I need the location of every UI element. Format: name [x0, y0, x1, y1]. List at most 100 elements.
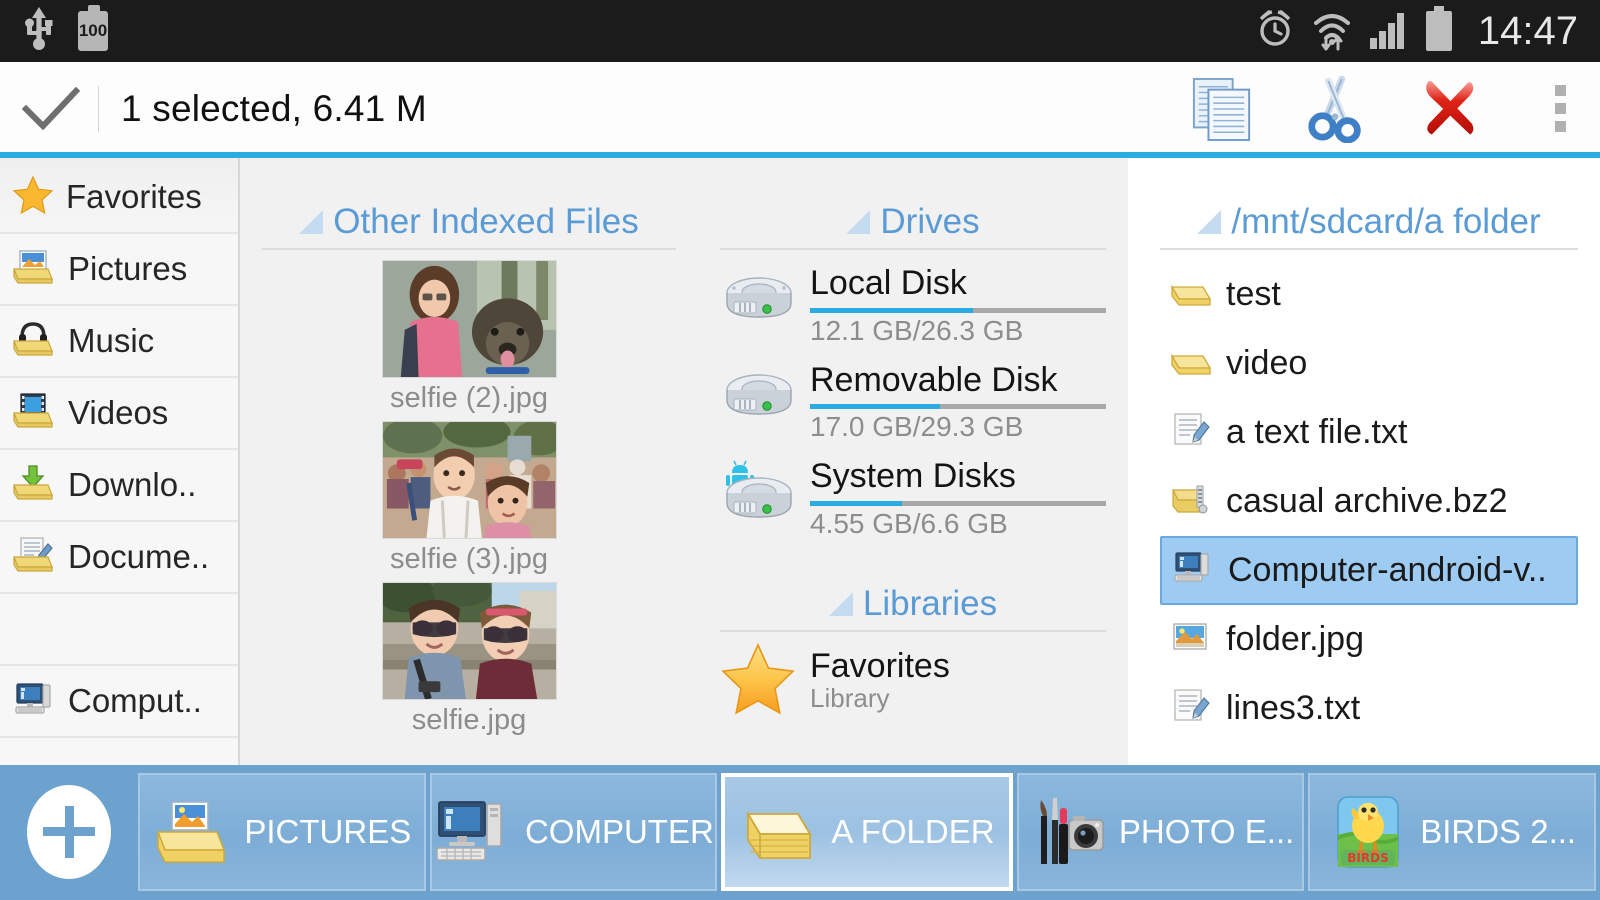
section-divider: [1160, 248, 1578, 250]
wifi-icon: [1312, 7, 1352, 56]
libraries-header[interactable]: Libraries: [720, 540, 1106, 630]
drive-local-disk[interactable]: Local Disk 12.1 GB/26.3 GB: [720, 260, 1106, 347]
file-name: selfie (3).jpg: [390, 543, 548, 576]
sidebar-item-label: Music: [68, 322, 154, 360]
file-name: selfie.jpg: [412, 704, 526, 737]
text-file-icon: [1170, 687, 1212, 730]
sidebar-item-videos[interactable]: Videos: [0, 378, 238, 450]
file-row[interactable]: a text file.txt: [1160, 398, 1578, 467]
drive-removable-disk[interactable]: Removable Disk 17.0 GB/29.3 GB: [720, 357, 1106, 444]
file-row[interactable]: casual archive.bz2: [1160, 467, 1578, 536]
drive-name: Local Disk: [810, 266, 1106, 302]
android-hdd-icon: [720, 459, 798, 534]
list-item[interactable]: selfie.jpg: [262, 582, 676, 737]
indexed-files-column: Other Indexed Files: [240, 158, 698, 765]
svg-text:BIRDS: BIRDS: [1347, 851, 1388, 865]
sidebar-item-computer[interactable]: Comput..: [0, 666, 238, 738]
copy-button[interactable]: [1191, 78, 1253, 140]
drive-info: Removable Disk 17.0 GB/29.3 GB: [810, 357, 1106, 444]
photo-thumbnail: [382, 582, 557, 700]
star-icon: [720, 642, 796, 721]
drive-usage-fill: [810, 308, 973, 313]
tab-a-folder[interactable]: A FOLDER: [721, 773, 1013, 891]
library-item-favorites[interactable]: Favorites Library: [720, 642, 1106, 721]
file-row-selected[interactable]: Computer-android-v..: [1160, 536, 1578, 605]
tab-photo-editor[interactable]: PHOTO E...: [1017, 773, 1305, 891]
drive-info: System Disks 4.55 GB/6.6 GB: [810, 453, 1106, 540]
sidebar-item-label: Downlo..: [68, 466, 196, 504]
sidebar-item-downloads[interactable]: Downlo..: [0, 450, 238, 522]
drive-usage-fill: [810, 404, 940, 409]
drive-usage-bar: [810, 501, 1106, 506]
confirm-selection-button[interactable]: [22, 87, 80, 131]
status-right-icons: 14:47: [1254, 6, 1578, 57]
file-name: Computer-android-v..: [1228, 551, 1547, 590]
tab-label: BIRDS 2...: [1420, 813, 1576, 851]
delete-button[interactable]: [1419, 78, 1481, 140]
plus-icon: [27, 785, 111, 879]
computer-icon: [12, 679, 56, 724]
tab-birds[interactable]: BIRDS BIRDS 2...: [1308, 773, 1596, 891]
drive-size-text: 12.1 GB/26.3 GB: [810, 315, 1106, 347]
overflow-dot: [1555, 103, 1566, 114]
add-tab-button[interactable]: [4, 771, 134, 892]
breadcrumb-path: /mnt/sdcard/a folder: [1231, 202, 1540, 242]
drive-system-disks[interactable]: System Disks 4.55 GB/6.6 GB: [720, 453, 1106, 540]
pictures-folder-icon: [12, 247, 56, 292]
folder-icon: [1170, 344, 1212, 383]
library-subtitle: Library: [810, 683, 950, 714]
selection-status-text: 1 selected, 6.41 M: [121, 88, 427, 130]
overflow-dot: [1555, 85, 1566, 96]
path-header[interactable]: /mnt/sdcard/a folder: [1160, 158, 1578, 248]
status-left-icons: 100: [22, 7, 108, 56]
tab-pictures[interactable]: PICTURES: [138, 773, 426, 891]
scissors-icon: [1305, 75, 1367, 143]
photo-thumbnail: [382, 421, 557, 539]
file-row[interactable]: folder.jpg: [1160, 605, 1578, 674]
sidebar-item-label: Docume..: [68, 538, 209, 576]
file-name: folder.jpg: [1226, 620, 1364, 659]
action-bar: 1 selected, 6.41 M: [0, 62, 1600, 155]
file-row[interactable]: lines3.txt: [1160, 674, 1578, 743]
file-row[interactable]: video: [1160, 329, 1578, 398]
documents-folder-icon: [12, 535, 56, 580]
tab-label: COMPUTER: [525, 813, 714, 851]
overflow-menu-button[interactable]: [1533, 85, 1572, 132]
sidebar-item-favorites[interactable]: Favorites: [0, 162, 238, 234]
file-row[interactable]: test: [1160, 260, 1578, 329]
path-column: /mnt/sdcard/a folder test: [1128, 158, 1600, 765]
indexed-files-header[interactable]: Other Indexed Files: [262, 158, 676, 248]
folder-icon: [739, 792, 819, 872]
sidebar-item-pictures[interactable]: Pictures: [0, 234, 238, 306]
photo-thumbnail: [382, 260, 557, 378]
collapse-triangle-icon: [829, 592, 853, 616]
sidebar-item-music[interactable]: Music: [0, 306, 238, 378]
file-name: a text file.txt: [1226, 413, 1407, 452]
file-name: test: [1226, 275, 1281, 314]
tab-computer[interactable]: COMPUTER: [430, 773, 718, 891]
toolbar-divider: [98, 86, 99, 132]
status-clock: 14:47: [1478, 9, 1578, 54]
cut-button[interactable]: [1305, 78, 1367, 140]
usb-icon: [22, 7, 56, 56]
text-file-icon: [1170, 411, 1212, 454]
drive-size-text: 17.0 GB/29.3 GB: [810, 411, 1106, 443]
drive-usage-bar: [810, 308, 1106, 313]
tab-label: PHOTO E...: [1119, 813, 1294, 851]
camera-makeup-icon: [1027, 792, 1107, 872]
sidebar-item-documents[interactable]: Docume..: [0, 522, 238, 594]
action-bar-buttons: [1191, 78, 1578, 140]
computer-icon: [1172, 549, 1214, 592]
drive-usage-fill: [810, 501, 902, 506]
computer-icon: [433, 792, 513, 872]
signal-icon: [1368, 8, 1408, 55]
list-item[interactable]: selfie (3).jpg: [262, 421, 676, 576]
list-item[interactable]: selfie (2).jpg: [262, 260, 676, 415]
drives-header[interactable]: Drives: [720, 158, 1106, 248]
bottom-tab-bar: PICTURES: [0, 765, 1600, 900]
file-name: video: [1226, 344, 1307, 383]
drive-info: Local Disk 12.1 GB/26.3 GB: [810, 260, 1106, 347]
file-name: selfie (2).jpg: [390, 382, 548, 415]
hdd-icon: [720, 272, 798, 335]
file-name: casual archive.bz2: [1226, 482, 1508, 521]
